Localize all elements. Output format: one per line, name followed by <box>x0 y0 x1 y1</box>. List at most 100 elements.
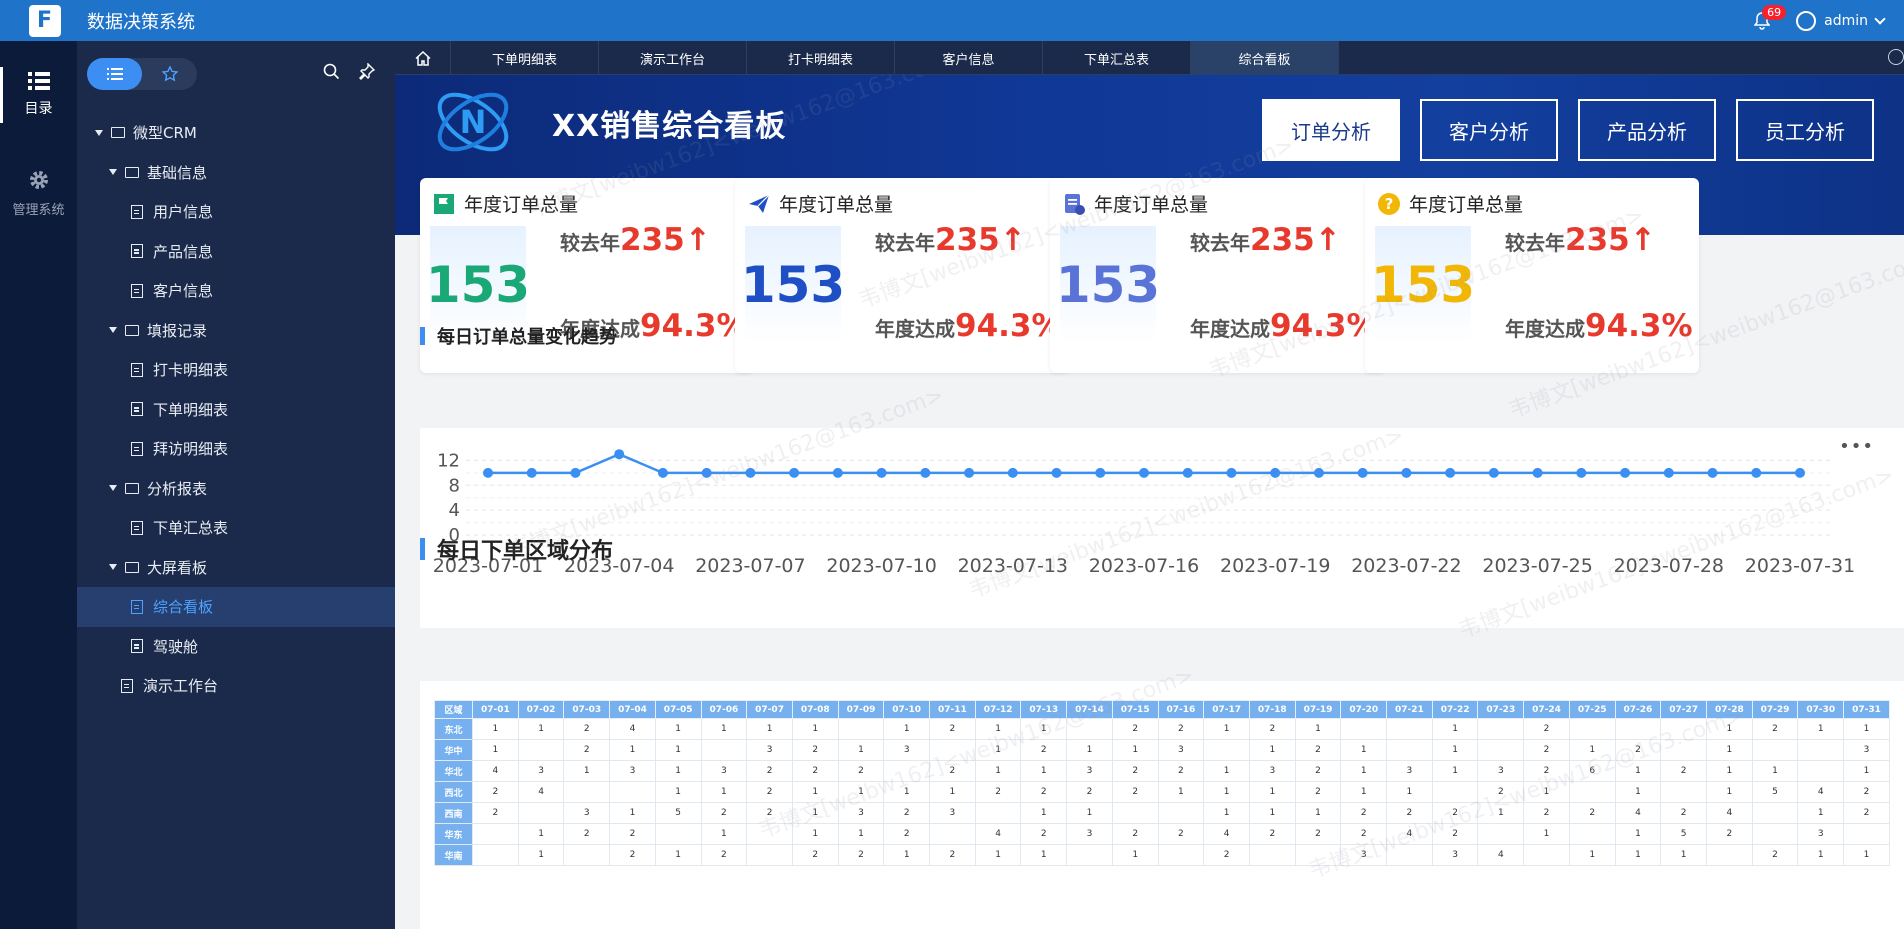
table-cell: 2 <box>1248 823 1296 845</box>
tab-item[interactable]: 演示工作台 <box>599 41 747 75</box>
data-point[interactable] <box>1007 467 1018 478</box>
pin-icon[interactable] <box>358 63 375 80</box>
data-point[interactable] <box>1226 467 1237 478</box>
data-point[interactable] <box>1576 467 1587 478</box>
data-point[interactable] <box>789 467 800 478</box>
data-point[interactable] <box>1707 467 1718 478</box>
data-point[interactable] <box>745 467 756 478</box>
table-column-header: 07-12 <box>974 700 1022 719</box>
data-point[interactable] <box>526 467 537 478</box>
tree-item[interactable]: 基础信息 <box>77 153 395 193</box>
tree-item[interactable]: 填报记录 <box>77 311 395 351</box>
table-cell: 2 <box>1340 802 1388 824</box>
app-logo[interactable]: F <box>24 0 65 41</box>
expand-triangle-icon[interactable] <box>109 564 117 571</box>
data-point[interactable] <box>1051 467 1062 478</box>
data-point[interactable] <box>1270 467 1281 478</box>
data-point[interactable] <box>1795 467 1805 478</box>
user-menu[interactable]: admin <box>1796 10 1886 31</box>
data-point[interactable] <box>1445 467 1456 478</box>
tree-item[interactable]: 分析报表 <box>77 469 395 509</box>
analysis-button[interactable]: 产品分析 <box>1578 99 1716 161</box>
tree-item[interactable]: 大屏看板 <box>77 548 395 588</box>
tree-item-label: 用户信息 <box>153 203 214 222</box>
table-column-header: 07-14 <box>1066 700 1113 719</box>
tree-item[interactable]: 产品信息 <box>77 232 395 272</box>
data-point[interactable] <box>832 467 843 478</box>
table-cell: 1 <box>517 718 565 740</box>
tree-item[interactable]: 打卡明细表 <box>77 350 395 390</box>
notification-bell-icon[interactable]: 69 <box>1748 4 1787 35</box>
table-column-header: 07-22 <box>1431 700 1479 719</box>
data-point[interactable] <box>920 467 931 478</box>
tree-item[interactable]: 综合看板 <box>77 587 395 627</box>
table-cell: 2 <box>1660 760 1707 782</box>
kpi-rate-label: 年度达成 <box>875 317 955 341</box>
chart-more-menu[interactable]: ••• <box>1839 436 1874 457</box>
tree-item[interactable]: 演示工作台 <box>77 666 395 706</box>
table-cell <box>1705 844 1753 866</box>
expand-triangle-icon[interactable] <box>95 129 103 136</box>
data-point[interactable] <box>1095 467 1106 478</box>
tab-item[interactable]: 下单汇总表 <box>1043 41 1191 75</box>
tab-item[interactable]: 打卡明细表 <box>747 41 895 75</box>
table-cell: 2 <box>1843 781 1890 803</box>
expand-triangle-icon[interactable] <box>109 485 117 492</box>
data-point[interactable] <box>1313 467 1324 478</box>
kpi-card-title: 年度订单总量 <box>747 190 893 217</box>
tree-item[interactable]: 驾驶舱 <box>77 627 395 667</box>
data-point[interactable] <box>1532 467 1543 478</box>
data-point[interactable] <box>1139 467 1149 478</box>
data-point[interactable] <box>1488 467 1499 478</box>
data-point[interactable] <box>614 449 625 460</box>
tree-item[interactable]: 微型CRM <box>77 113 395 153</box>
data-point[interactable] <box>483 467 493 478</box>
tab-item[interactable]: 综合看板 <box>1191 41 1339 75</box>
tab-options-icon[interactable] <box>1888 49 1904 65</box>
document-icon <box>131 244 143 259</box>
data-point[interactable] <box>876 467 887 478</box>
tab-item[interactable]: 客户信息 <box>895 41 1043 75</box>
home-tab[interactable] <box>395 41 451 75</box>
table-cell <box>517 739 565 761</box>
expand-triangle-icon[interactable] <box>109 169 117 176</box>
search-icon[interactable] <box>323 63 340 80</box>
data-point[interactable] <box>1751 467 1762 478</box>
tree-item-label: 拜访明细表 <box>153 440 229 459</box>
analysis-button[interactable]: 客户分析 <box>1420 99 1558 161</box>
data-point[interactable] <box>1357 467 1368 478</box>
table-cell: 3 <box>1066 823 1113 845</box>
data-point[interactable] <box>570 467 581 478</box>
tree-item[interactable]: 下单明细表 <box>77 390 395 430</box>
list-icon <box>106 68 123 80</box>
table-cell: 1 <box>1203 760 1250 782</box>
expand-triangle-icon[interactable] <box>109 327 117 334</box>
tree-item[interactable]: 客户信息 <box>77 271 395 311</box>
table-row-header: 西南 <box>434 802 473 824</box>
tree-item-label: 大屏看板 <box>147 558 208 577</box>
data-point[interactable] <box>964 467 975 478</box>
document-icon <box>131 520 143 535</box>
kpi-card: 年度订单总量 153 较去年235↑ 年度达成94.3% <box>735 178 1069 373</box>
table-cell: 1 <box>517 823 565 845</box>
data-point[interactable] <box>1663 467 1674 478</box>
data-point[interactable] <box>1620 467 1631 478</box>
analysis-button[interactable]: 员工分析 <box>1736 99 1874 161</box>
table-cell: 1 <box>1797 802 1845 824</box>
favorites-button[interactable] <box>142 58 197 90</box>
data-point[interactable] <box>1401 467 1412 478</box>
rail-item-catalog[interactable]: 目录 <box>0 55 77 135</box>
table-cell: 2 <box>883 802 931 824</box>
tree-item[interactable]: 拜访明细表 <box>77 429 395 469</box>
tab-item[interactable]: 下单明细表 <box>451 41 599 75</box>
data-point[interactable] <box>701 467 712 478</box>
analysis-button[interactable]: 订单分析 <box>1262 99 1400 161</box>
table-cell: 1 <box>1386 781 1433 803</box>
tree-item[interactable]: 下单汇总表 <box>77 508 395 548</box>
list-view-button[interactable] <box>87 58 142 90</box>
tree-item[interactable]: 用户信息 <box>77 192 395 232</box>
data-point[interactable] <box>657 467 668 478</box>
table-row: 西北 2 4 1 1 2 1 1 1 1 2 2 2 2 1 1 1 2 1 1 2 1 1 1 5 4 2 <box>434 781 1890 803</box>
data-point[interactable] <box>1182 467 1193 478</box>
rail-item-admin[interactable]: 管理系统 <box>0 153 77 233</box>
